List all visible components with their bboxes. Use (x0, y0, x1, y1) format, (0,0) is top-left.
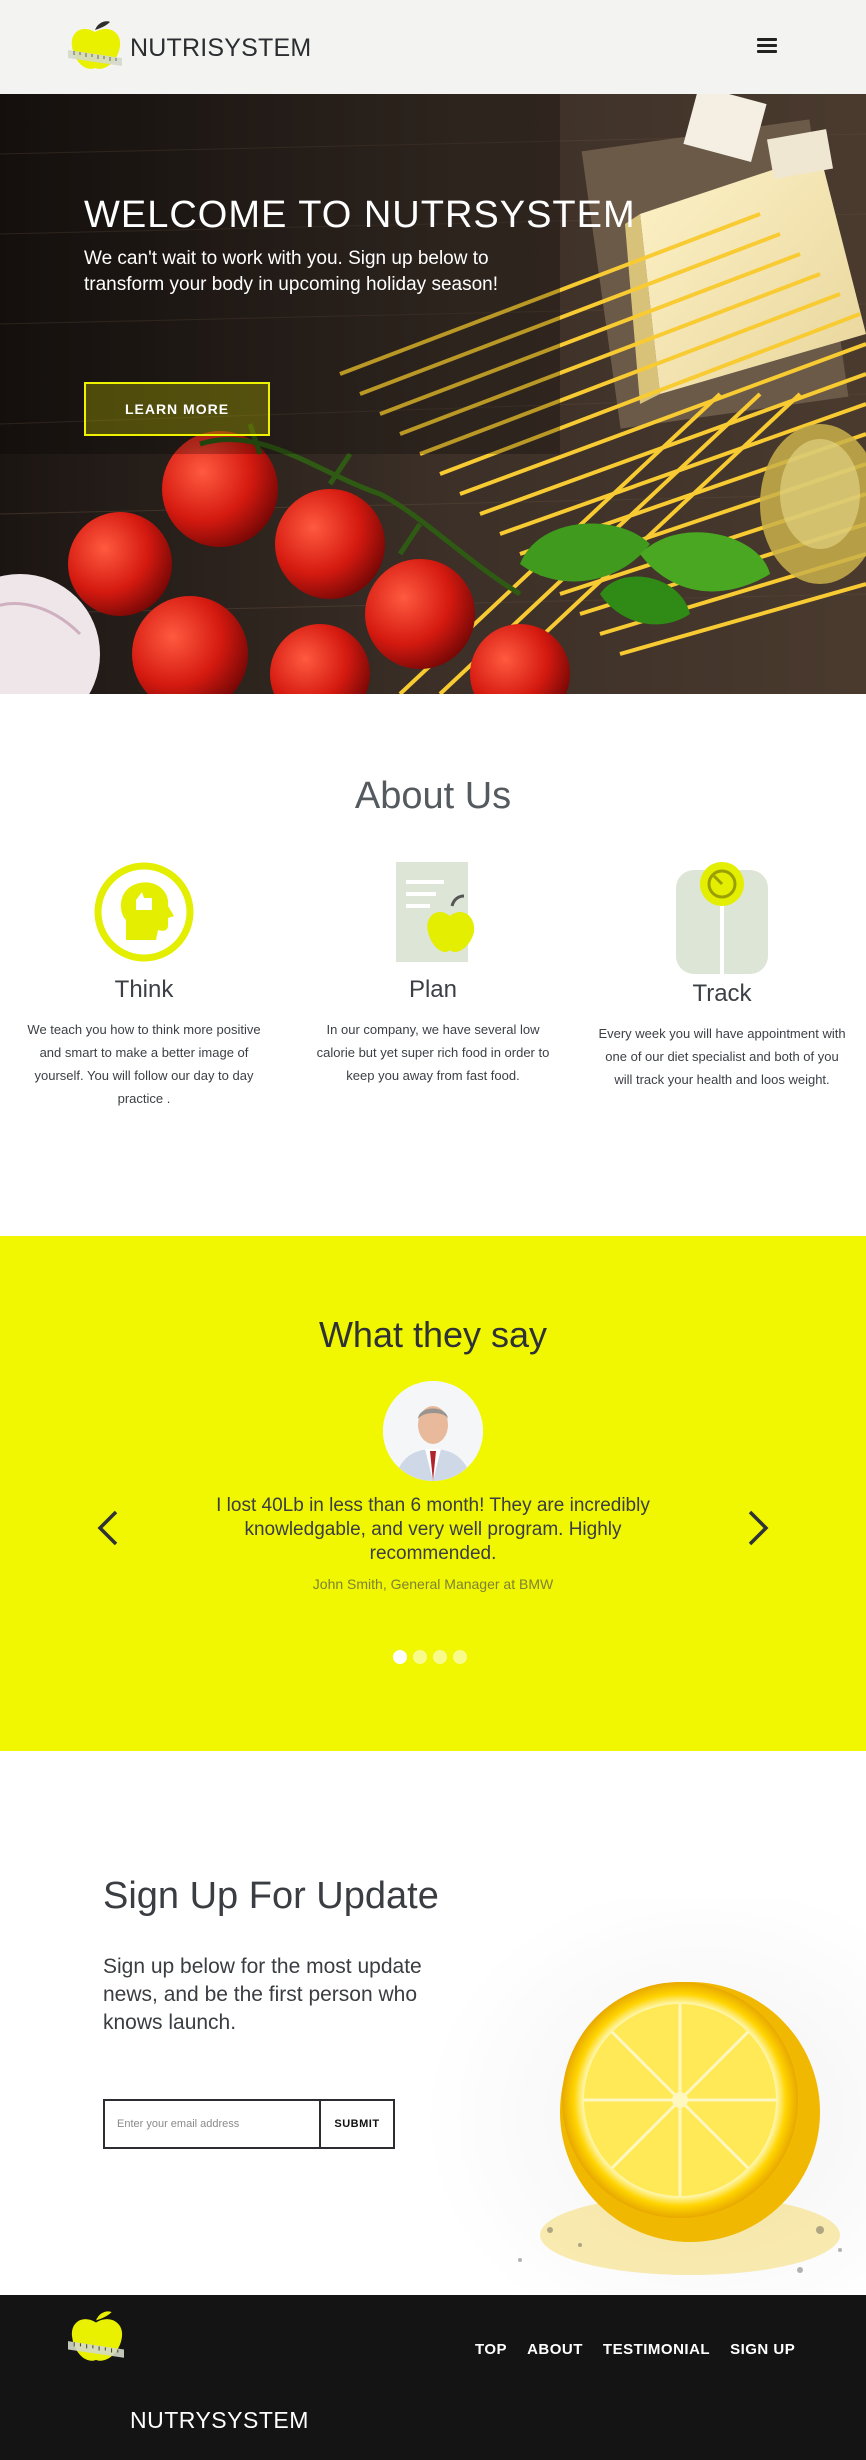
signup-form: SUBMIT (103, 2099, 395, 2149)
carousel-dot[interactable] (413, 1650, 427, 1664)
hamburger-menu-icon[interactable] (757, 38, 777, 54)
about-title: About Us (354, 775, 512, 817)
feature-title: Track (692, 980, 752, 1007)
apple-logo-icon[interactable] (68, 2307, 124, 2367)
head-thumbs-up-icon (94, 862, 194, 962)
hero-title: WELCOME TO NUTRSYSTEM (84, 194, 636, 236)
footer-brand: NUTRYSYSTEM (130, 2407, 309, 2433)
feature-text: Every week you will have appointment wit… (598, 1026, 846, 1087)
feature-think: Think We teach you how to think more pos… (19, 860, 269, 1110)
carousel-dot[interactable] (453, 1650, 467, 1664)
document-apple-icon (396, 862, 475, 962)
feature-title: Think (114, 976, 174, 1003)
carousel-dot[interactable] (393, 1650, 407, 1664)
feature-plan: Plan In our company, we have several low… (308, 860, 558, 1087)
site-header: NUTRISYSTEM (0, 0, 866, 94)
testimonial-author: John Smith, General Manager at BMW (312, 1576, 554, 1592)
lemon-image (400, 1900, 866, 2295)
footer-nav-top[interactable]: TOP (475, 2341, 507, 2358)
footer-nav-about[interactable]: ABOUT (527, 2341, 583, 2358)
site-footer: TOP ABOUT TESTIMONIAL SIGN UP NUTRYSYSTE… (0, 2295, 866, 2460)
hero-section: WELCOME TO NUTRSYSTEM We can't wait to w… (0, 94, 866, 694)
feature-track: Track Every week you will have appointme… (597, 860, 847, 1091)
brand-name[interactable]: NUTRISYSTEM (130, 34, 311, 63)
hero-subtitle: We can't wait to work with you. Sign up … (84, 248, 499, 295)
carousel-dots (393, 1650, 467, 1664)
signup-title: Sign Up For Update (103, 1875, 439, 1917)
apple-logo-icon[interactable] (68, 18, 122, 74)
feature-title: Plan (408, 976, 458, 1003)
email-input[interactable] (105, 2101, 321, 2147)
testimonials-section: What they say I lost 40Lb in less than 6… (0, 1236, 866, 1751)
testimonial-avatar (383, 1381, 483, 1481)
footer-nav-testimonial[interactable]: TESTIMONIAL (603, 2341, 710, 2358)
footer-nav-sign-up[interactable]: SIGN UP (730, 2341, 795, 2358)
learn-more-button[interactable]: LEARN MORE (84, 382, 270, 436)
scale-icon (676, 862, 768, 974)
previous-arrow-icon[interactable] (96, 1508, 120, 1548)
signup-text: Sign up below for the most update news, … (103, 1955, 422, 2034)
feature-text: We teach you how to think more positive … (27, 1022, 261, 1106)
submit-button[interactable]: SUBMIT (321, 2101, 393, 2147)
testimonial-quote: I lost 40Lb in less than 6 month! They a… (216, 1495, 650, 1564)
feature-text: In our company, we have several low calo… (316, 1022, 550, 1083)
carousel-dot[interactable] (433, 1650, 447, 1664)
next-arrow-icon[interactable] (746, 1508, 770, 1548)
testimonials-title: What they say (318, 1314, 548, 1355)
footer-nav: TOP ABOUT TESTIMONIAL SIGN UP (475, 2341, 795, 2358)
